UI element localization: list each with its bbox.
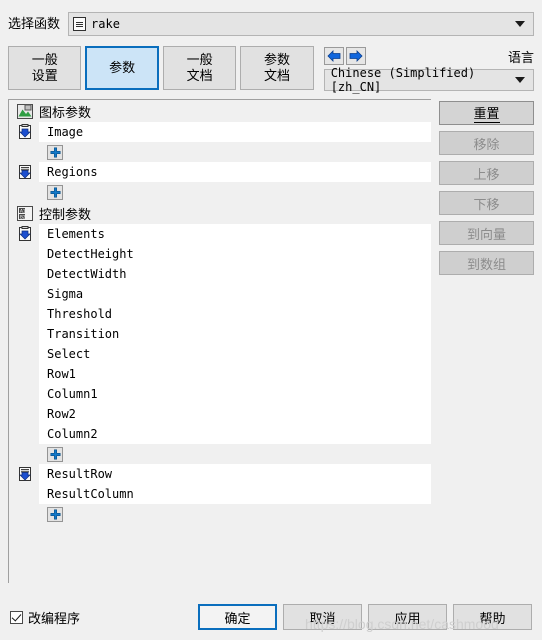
param-rows-control-inputs: Elements DetectHeight DetectWidth Sigma … (39, 224, 432, 444)
move-down-button[interactable]: 下移 (439, 191, 534, 215)
input-object-icon (9, 122, 39, 140)
function-select-value: rake (91, 17, 120, 31)
tab-general-settings-line1: 一般 (31, 52, 58, 67)
add-row-image (9, 142, 432, 162)
tab-general-settings-line2: 设置 (31, 68, 58, 83)
param-block-image: Image (9, 122, 432, 142)
param-rows-image: Image (39, 122, 432, 142)
function-select-label: 选择函数 (8, 16, 61, 31)
language-section: 语言 Chinese (Simplified) [zh_CN] (323, 46, 534, 94)
ok-button[interactable]: 确定 (198, 604, 277, 630)
tab-parameter-doc-line2: 文档 (263, 68, 290, 83)
side-button-column: 重置 移除 上移 下移 到向量 到数组 (439, 99, 534, 583)
output-control-icon (9, 464, 39, 482)
param-row[interactable]: Column2 (39, 424, 432, 444)
adapt-program-checkbox[interactable]: 改编程序 (10, 608, 80, 627)
cancel-button-label: 取消 (309, 610, 336, 626)
svg-text:A1: A1 (20, 208, 26, 213)
move-up-button[interactable]: 上移 (439, 161, 534, 185)
param-row[interactable]: Transition (39, 324, 432, 344)
main-body: 图标参数 Image Regions A1 B2 控制参数 Elements D… (0, 91, 542, 583)
param-row[interactable]: Column1 (39, 384, 432, 404)
tab-general-settings[interactable]: 一般 设置 (8, 46, 82, 90)
param-row[interactable]: Regions (39, 162, 432, 182)
param-block-control-outputs: ResultRow ResultColumn (9, 464, 432, 504)
param-row[interactable]: Elements (39, 224, 432, 244)
chevron-down-icon[interactable] (515, 21, 525, 27)
ok-button-label: 确定 (224, 610, 251, 626)
tab-general-doc-line2: 文档 (186, 68, 213, 83)
add-row-regions (9, 182, 432, 202)
language-label: 语言 (507, 49, 534, 65)
param-row[interactable]: Row1 (39, 364, 432, 384)
help-button-label: 帮助 (479, 610, 506, 626)
dialog-button-group: 确定 取消 应用 帮助 (198, 604, 532, 630)
add-row-control-inputs (9, 444, 432, 464)
function-select-row: 选择函数 rake (0, 0, 542, 38)
move-down-button-label: 下移 (473, 196, 500, 212)
add-parameter-icon[interactable] (47, 446, 63, 462)
dialog-footer: 改编程序 确定 取消 应用 帮助 (0, 594, 542, 640)
apply-button-label: 应用 (394, 610, 421, 626)
parameter-list-panel: 图标参数 Image Regions A1 B2 控制参数 Elements D… (8, 99, 432, 583)
add-parameter-icon[interactable] (47, 506, 63, 522)
adapt-program-label: 改编程序 (28, 610, 81, 626)
tab-parameters[interactable]: 参数 (85, 46, 159, 90)
param-rows-regions: Regions (39, 162, 432, 182)
tab-parameter-doc[interactable]: 参数 文档 (240, 46, 314, 90)
input-control-icon (9, 224, 39, 242)
input-region-icon (9, 162, 39, 180)
tab-general-doc-line1: 一般 (186, 52, 213, 67)
param-row[interactable]: Image (39, 122, 432, 142)
tab-strip: 一般 设置 参数 一般 文档 参数 文档 语言 Chinese (Simplif… (0, 38, 542, 94)
param-block-control-inputs: Elements DetectHeight DetectWidth Sigma … (9, 224, 432, 444)
svg-text:B2: B2 (20, 214, 26, 219)
remove-button[interactable]: 移除 (439, 131, 534, 155)
tab-parameters-line1: 参数 (109, 60, 136, 75)
help-button[interactable]: 帮助 (453, 604, 532, 630)
param-row[interactable]: DetectHeight (39, 244, 432, 264)
chevron-down-icon[interactable] (515, 77, 525, 83)
to-vector-button-label: 到向量 (467, 226, 507, 242)
remove-button-label: 移除 (473, 136, 500, 152)
add-parameter-icon[interactable] (47, 144, 63, 160)
param-row[interactable]: Sigma (39, 284, 432, 304)
checkbox-icon[interactable] (10, 610, 23, 624)
reset-button[interactable]: 重置 (439, 101, 534, 125)
group-header-icon-parameters: 图标参数 (9, 100, 432, 122)
param-row[interactable]: Select (39, 344, 432, 364)
arrow-right-icon[interactable] (345, 47, 366, 65)
language-value: Chinese (Simplified) [zh_CN] (330, 66, 476, 94)
add-parameter-icon[interactable] (47, 184, 63, 200)
group-header-icon-parameters-label: 图标参数 (39, 104, 92, 120)
to-vector-button[interactable]: 到向量 (439, 221, 534, 245)
param-block-regions: Regions (9, 162, 432, 182)
param-row[interactable]: ResultRow (39, 464, 432, 484)
param-row[interactable]: DetectWidth (39, 264, 432, 284)
tab-parameter-doc-line1: 参数 (263, 52, 290, 67)
to-array-button-label: 到数组 (467, 256, 507, 272)
arrow-left-icon[interactable] (323, 47, 344, 65)
language-combo[interactable]: Chinese (Simplified) [zh_CN] (323, 66, 534, 94)
param-rows-control-outputs: ResultRow ResultColumn (39, 464, 432, 504)
param-row[interactable]: Threshold (39, 304, 432, 324)
document-list-icon (73, 17, 87, 31)
reset-button-label: 重置 (473, 103, 500, 123)
group-header-control-parameters: A1 B2 控制参数 (9, 202, 432, 224)
cancel-button[interactable]: 取消 (283, 604, 362, 630)
function-select-combo[interactable]: rake (68, 12, 534, 36)
param-row[interactable]: Row2 (39, 404, 432, 424)
move-up-button-label: 上移 (473, 166, 500, 182)
language-nav-row: 语言 (323, 46, 534, 66)
param-row[interactable]: ResultColumn (39, 484, 432, 504)
to-array-button[interactable]: 到数组 (439, 251, 534, 275)
add-row-control-outputs (9, 504, 432, 524)
control-parameter-icon: A1 B2 (17, 205, 33, 221)
tab-general-doc[interactable]: 一般 文档 (162, 46, 237, 90)
image-parameter-icon (17, 103, 33, 119)
apply-button[interactable]: 应用 (368, 604, 447, 630)
group-header-control-parameters-label: 控制参数 (39, 206, 92, 222)
